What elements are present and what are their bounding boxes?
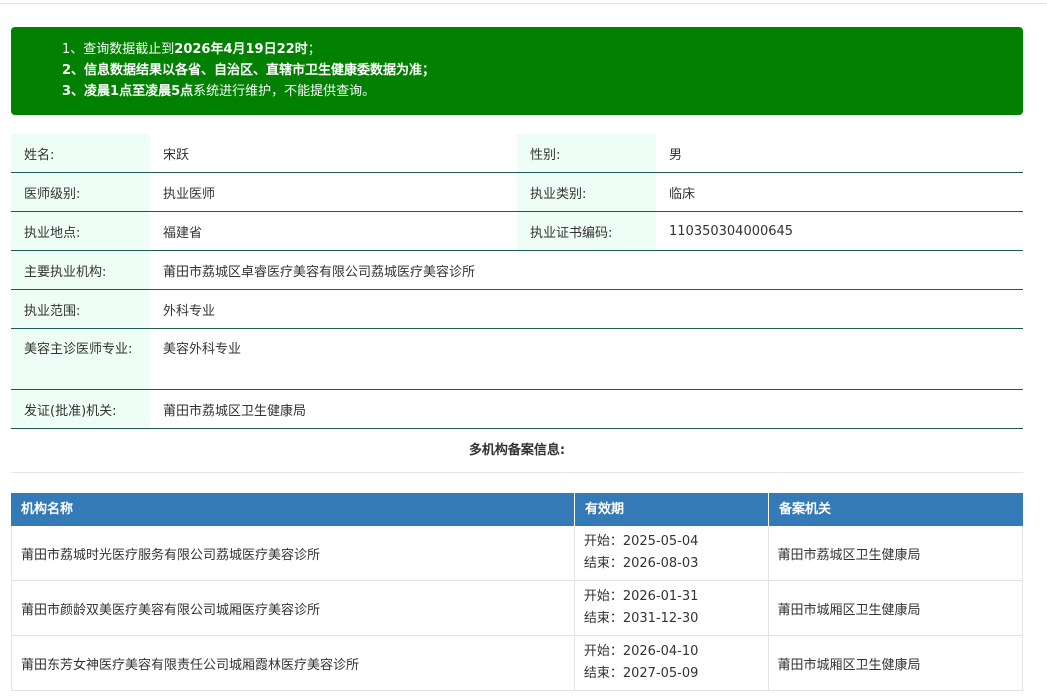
category-label: 执业类别: — [517, 173, 656, 211]
name-value: 宋跃 — [150, 134, 517, 172]
org-label: 主要执业机构: — [11, 251, 150, 289]
org-name-cell: 莆田东芳女神医疗美容有限责任公司城厢霞林医疗美容诊所 — [12, 636, 575, 690]
authority-cell: 莆田市荔城区卫生健康局 — [777, 547, 921, 563]
col-header-validity: 有效期 — [575, 493, 769, 526]
top-divider — [0, 3, 1047, 4]
org-name-cell: 莆田市颜龄双美医疗美容有限公司城厢医疗美容诊所 — [12, 581, 575, 635]
cosmetic-value: 美容外科专业 — [150, 329, 1023, 389]
notice-line-2: 2、信息数据结果以各省、自治区、直辖市卫生健康委数据为准； — [62, 63, 436, 78]
multi-org-title: 多机构备案信息: — [11, 431, 1023, 473]
info-row-location: 执业地点: 福建省 执业证书编码: 110350304000645 — [11, 212, 1023, 251]
validity-cell: 开始：2025-05-04 结束：2026-08-03 — [575, 526, 769, 580]
end-date: 结束：2027-05-09 — [583, 666, 699, 681]
gender-label: 性别: — [517, 134, 656, 172]
issuer-label: 发证(批准)机关: — [11, 390, 150, 428]
info-row-org: 主要执业机构: 莆田市荔城区卓睿医疗美容有限公司荔城医疗美容诊所 — [11, 251, 1023, 290]
issuer-value: 莆田市荔城区卫生健康局 — [150, 390, 1023, 428]
cert-label: 执业证书编码: — [517, 212, 656, 250]
org-value: 莆田市荔城区卓睿医疗美容有限公司荔城医疗美容诊所 — [150, 251, 1023, 289]
doctor-info-table: 姓名: 宋跃 性别: 男 医师级别: 执业医师 执业类别: 临床 执业地点: 福… — [11, 134, 1023, 429]
info-row-name: 姓名: 宋跃 性别: 男 — [11, 134, 1023, 173]
multi-org-table: 机构名称 有效期 备案机关 莆田市荔城时光医疗服务有限公司荔城医疗美容诊所 开始… — [11, 493, 1023, 691]
validity-cell: 开始：2026-01-31 结束：2031-12-30 — [575, 581, 769, 635]
validity-cell: 开始：2026-04-10 结束：2027-05-09 — [575, 636, 769, 690]
end-date: 结束：2026-08-03 — [583, 556, 699, 571]
table-row: 莆田东芳女神医疗美容有限责任公司城厢霞林医疗美容诊所 开始：2026-04-10… — [11, 636, 1023, 691]
info-row-cosmetic: 美容主诊医师专业: 美容外科专业 — [11, 329, 1023, 390]
level-label: 医师级别: — [11, 173, 150, 211]
scope-value: 外科专业 — [150, 290, 1023, 328]
start-date: 开始：2026-04-10 — [583, 644, 699, 659]
end-date: 结束：2031-12-30 — [583, 611, 699, 626]
table-row: 莆田市荔城时光医疗服务有限公司荔城医疗美容诊所 开始：2025-05-04 结束… — [11, 526, 1023, 581]
notice-line-1: 1、查询数据截止到2026年4月19日22时； — [62, 42, 321, 57]
scope-label: 执业范围: — [11, 290, 150, 328]
location-value: 福建省 — [150, 212, 517, 250]
start-date: 开始：2025-05-04 — [583, 534, 699, 549]
cert-value: 110350304000645 — [656, 212, 1023, 250]
col-header-org-name: 机构名称 — [11, 493, 575, 526]
authority-cell: 莆田市城厢区卫生健康局 — [777, 657, 921, 673]
info-row-scope: 执业范围: 外科专业 — [11, 290, 1023, 329]
level-value: 执业医师 — [150, 173, 517, 211]
gender-value: 男 — [656, 134, 1023, 172]
table-row: 莆田市颜龄双美医疗美容有限公司城厢医疗美容诊所 开始：2026-01-31 结束… — [11, 581, 1023, 636]
authority-cell: 莆田市城厢区卫生健康局 — [777, 602, 921, 618]
notice-banner: 1、查询数据截止到2026年4月19日22时； 2、信息数据结果以各省、自治区、… — [11, 27, 1023, 115]
col-header-authority: 备案机关 — [779, 502, 832, 517]
info-row-issuer: 发证(批准)机关: 莆田市荔城区卫生健康局 — [11, 390, 1023, 429]
notice-line-3: 3、凌晨1点至凌晨5点系统进行维护，不能提供查询。 — [62, 84, 376, 99]
category-value: 临床 — [656, 173, 1023, 211]
info-row-level: 医师级别: 执业医师 执业类别: 临床 — [11, 173, 1023, 212]
table-header: 机构名称 有效期 备案机关 — [11, 493, 1023, 526]
name-label: 姓名: — [11, 134, 150, 172]
start-date: 开始：2026-01-31 — [583, 589, 699, 604]
location-label: 执业地点: — [11, 212, 150, 250]
org-name-cell: 莆田市荔城时光医疗服务有限公司荔城医疗美容诊所 — [12, 526, 575, 580]
cosmetic-label: 美容主诊医师专业: — [11, 329, 150, 389]
